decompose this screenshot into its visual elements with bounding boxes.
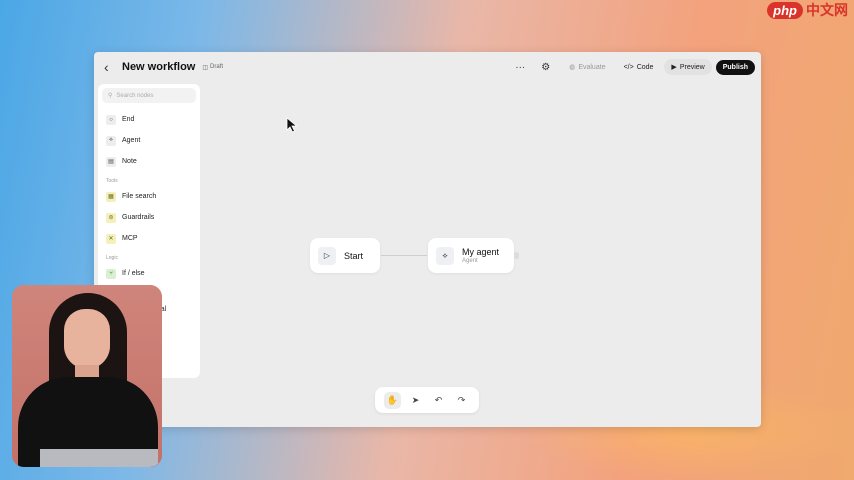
start-node-label: Start	[344, 250, 364, 261]
branch-icon: ⑂	[106, 268, 116, 279]
watermark-logo: php	[767, 1, 803, 19]
start-node[interactable]: ▷ Start	[310, 238, 380, 273]
pointer-icon[interactable]: ➤	[407, 392, 424, 409]
presenter-face	[64, 309, 110, 369]
canvas-toolbar: ✋ ➤ ↶ ↷	[375, 387, 479, 413]
sidebar-item-label: File search	[122, 193, 157, 200]
ellipsis-icon[interactable]: ···	[515, 62, 525, 73]
guardrails-icon: ⊜	[106, 212, 116, 223]
node-output-handle[interactable]	[514, 252, 519, 259]
mcp-icon: ✕	[106, 233, 116, 244]
agent-node-label: My agent	[462, 247, 500, 257]
section-label-tools: Tools	[106, 178, 118, 184]
webcam-overlay	[12, 285, 162, 467]
sidebar-item-end[interactable]: ○ End	[102, 109, 196, 130]
sidebar-item-label: If / else	[122, 270, 145, 277]
watermark: php 中文网	[767, 0, 848, 20]
gear-icon[interactable]: ⚙	[541, 62, 550, 73]
agent-icon: ⟡	[106, 135, 116, 146]
connection-edge	[381, 255, 427, 256]
top-bar: ‹ New workflow ◫ Draft ··· ⚙ ◍ Evaluate …	[94, 52, 761, 82]
evaluate-button[interactable]: ◍ Evaluate	[562, 59, 612, 75]
search-icon: ⚲	[108, 93, 113, 99]
draft-icon: ◫	[202, 64, 209, 71]
agent-node-sublabel: Agent	[462, 258, 478, 264]
search-placeholder: Search nodes	[116, 92, 154, 99]
code-icon: </>	[623, 63, 634, 71]
evaluate-icon: ◍	[569, 64, 576, 71]
sidebar-item-label: MCP	[122, 235, 138, 242]
sidebar-item-guardrails[interactable]: ⊜ Guardrails	[102, 207, 196, 228]
sidebar-item-label: Agent	[122, 137, 141, 144]
sidebar-item-note[interactable]: ▤ Note	[102, 151, 196, 172]
sidebar-item-mcp[interactable]: ✕ MCP	[102, 228, 196, 249]
sidebar-item-label: End	[122, 116, 135, 123]
watermark-text: 中文网	[806, 2, 848, 18]
sidebar-item-if-else[interactable]: ⑂ If / else	[102, 263, 196, 284]
redo-icon[interactable]: ↷	[453, 392, 470, 409]
draft-label: Draft	[210, 64, 224, 70]
code-button[interactable]: </> Code	[617, 60, 661, 75]
sidebar-item-agent[interactable]: ⟡ Agent	[102, 130, 196, 151]
hand-icon[interactable]: ✋	[384, 391, 401, 409]
play-icon: ▷	[318, 246, 336, 265]
note-icon: ▤	[106, 156, 116, 167]
play-icon: ▶	[671, 64, 677, 71]
sidebar-item-file-search[interactable]: ▦ File search	[102, 186, 196, 207]
workflow-window: ‹ New workflow ◫ Draft ··· ⚙ ◍ Evaluate …	[94, 52, 761, 427]
mouse-cursor-icon	[286, 117, 298, 133]
laptop	[40, 449, 158, 467]
undo-icon[interactable]: ↶	[430, 392, 447, 409]
page-title: New workflow	[122, 61, 196, 73]
preview-label: Preview	[679, 63, 705, 71]
evaluate-label: Evaluate	[578, 63, 606, 71]
agent-node[interactable]: ⟡ My agent Agent	[428, 238, 514, 273]
code-label: Code	[636, 63, 654, 71]
chevron-left-icon[interactable]: ‹	[104, 59, 122, 75]
publish-button[interactable]: Publish	[715, 59, 755, 75]
sidebar-item-label: Note	[122, 158, 137, 165]
agent-icon: ⟡	[436, 246, 454, 265]
end-circle-icon: ○	[106, 114, 116, 125]
preview-button[interactable]: ▶ Preview	[664, 59, 712, 75]
search-input[interactable]: ⚲ Search nodes	[102, 88, 196, 103]
draft-badge: ◫ Draft	[202, 64, 223, 71]
section-label-logic: Logic	[106, 255, 118, 261]
sidebar-item-label: Guardrails	[122, 214, 155, 221]
file-search-icon: ▦	[106, 191, 116, 202]
